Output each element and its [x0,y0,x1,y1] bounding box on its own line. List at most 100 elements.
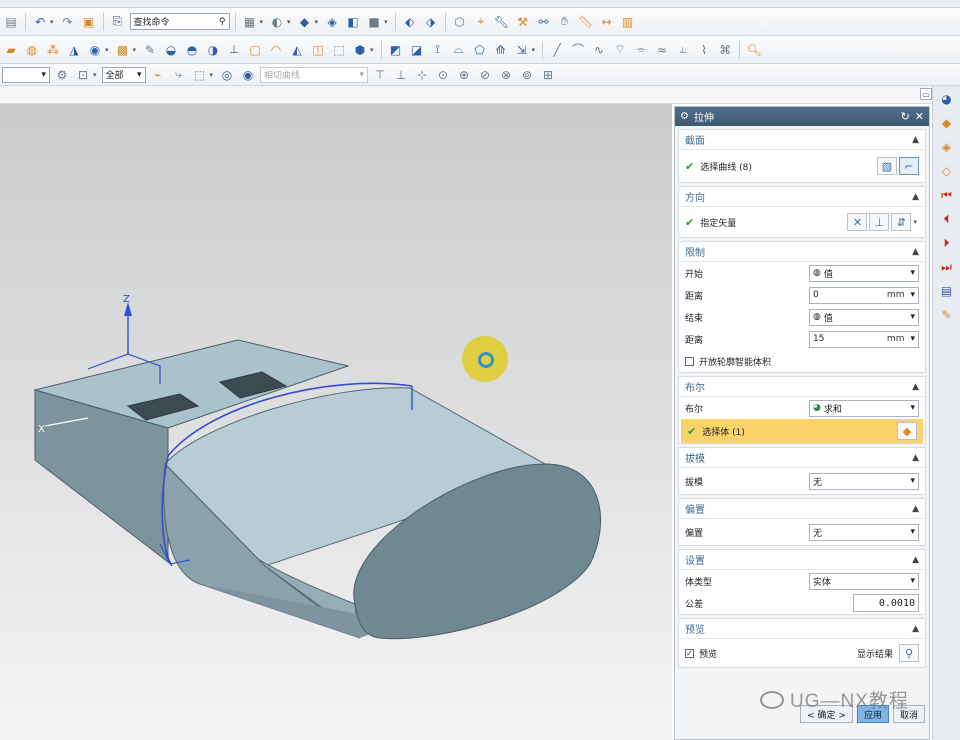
redo-icon[interactable]: ↷ [59,13,77,31]
helix-icon[interactable]: ⌇ [695,41,713,59]
shell-icon[interactable]: ▢ [246,41,264,59]
background-icon[interactable]: ■ [365,13,383,31]
preview-checkbox[interactable]: ✓ [685,648,694,658]
end-select[interactable]: ◍ 值 ▾ [809,308,919,326]
chevron-down-icon[interactable]: ▾ [210,71,214,79]
intersect-icon[interactable]: ◑ [204,41,222,59]
boolean-header[interactable]: 布尔 ▲ [679,377,925,397]
reset-icon[interactable]: ↻ [901,110,910,123]
snap-midpoint-icon[interactable]: ⊥ [392,66,410,84]
draft-select[interactable]: 无 ▾ [809,472,919,490]
bridge-surface-icon[interactable]: ⌓ [450,41,468,59]
constraint-navigator-icon[interactable]: ◇ [937,162,957,180]
unite-icon[interactable]: ◒ [162,41,180,59]
distance1-input[interactable]: 0 mm ▾ [809,286,919,304]
draft-icon[interactable]: ◭ [288,41,306,59]
last-step-icon[interactable]: ⏭ [937,258,957,276]
thicken-icon[interactable]: ⬢ [351,41,369,59]
collapse-icon[interactable]: ▲ [912,624,919,634]
vector-dialog-icon[interactable]: ⊥ [869,213,890,231]
snap-onface-icon[interactable]: ⊚ [518,66,536,84]
body-type-select[interactable]: 实体 ▾ [809,572,919,590]
snap-center-icon[interactable]: ⊙ [434,66,452,84]
type-filter-select[interactable]: 全部 ▾ [101,66,146,83]
draft-header[interactable]: 拔模 ▲ [679,448,925,468]
start-select[interactable]: ◍ 值 ▾ [809,264,919,282]
snap-grid-icon[interactable]: ⊞ [539,66,557,84]
section-header[interactable]: 截面 ▲ [679,130,925,150]
select-curve-icon[interactable]: ⤷ [170,66,188,84]
command-finder-icon[interactable]: ⎘ [109,13,127,31]
subtract-icon[interactable]: ◓ [183,41,201,59]
collapse-icon[interactable]: ▲ [912,453,919,463]
undo-icon[interactable]: ↶ [31,13,49,31]
open-profile-row[interactable]: 开放轮廓智能体积 [679,350,925,372]
chevron-down-icon[interactable]: ▾ [532,46,536,54]
collapse-icon[interactable]: ▲ [912,555,919,565]
view-orient-icon[interactable]: ◆ [296,13,314,31]
copy-feature-icon[interactable]: ▣ [80,13,98,31]
magnifier-icon[interactable]: ⚲ [899,644,919,662]
restore-icon[interactable]: ▭ [920,88,932,100]
part-navigator-icon[interactable]: ◆ [937,114,957,132]
select-body-row[interactable]: ✔ 选择体 (1) ◆ [681,419,923,443]
render-style-icon[interactable]: ◐ [268,13,286,31]
extension-icon[interactable]: ⇲ [513,41,531,59]
chevron-down-icon[interactable]: ▾ [260,18,264,26]
vector-type-icon[interactable]: ⇵ [891,213,912,231]
next-step-icon[interactable]: ⏵ [937,234,957,252]
collapse-icon[interactable]: ▲ [912,247,919,257]
offset-face-icon[interactable]: ◫ [309,41,327,59]
hammer-icon[interactable]: ⚒ [514,13,532,31]
chevron-down-icon[interactable]: ▾ [93,71,97,79]
menu-select[interactable]: ▾ [2,66,50,83]
surface-icon[interactable]: ◩ [387,41,405,59]
snap-quadrant-icon[interactable]: ⊕ [455,66,473,84]
shaded-icon[interactable]: ◉ [239,66,257,84]
offset-select[interactable]: 无 ▾ [809,523,919,541]
arc-icon[interactable]: ⌒ [569,41,587,59]
solid-body-icon[interactable]: ◆ [897,422,917,440]
analysis-icon[interactable]: ⬡ [451,13,469,31]
chevron-down-icon[interactable]: ▾ [105,46,109,54]
reverse-direction-icon[interactable]: ✕ [847,213,868,231]
bridge-curve-icon[interactable]: ⥿ [674,41,692,59]
chevron-down-icon[interactable]: ▾ [315,18,319,26]
intersect-curve-icon[interactable]: ⌯ [632,41,650,59]
move-object-icon[interactable]: ⬖ [401,13,419,31]
pattern-icon[interactable]: ⁂ [44,41,62,59]
globe-icon[interactable]: ◕ [937,90,957,108]
chevron-down-icon[interactable]: ▾ [384,18,388,26]
collapse-icon[interactable]: ▲ [912,382,919,392]
collapse-icon[interactable]: ▲ [912,192,919,202]
wcs-icon[interactable]: ⬗ [422,13,440,31]
show-hide-icon[interactable]: ◎ [218,66,236,84]
studio-surface-icon[interactable]: ⟰ [492,41,510,59]
previous-step-icon[interactable]: ⏴ [937,210,957,228]
reuse-library-icon[interactable]: ▤ [937,282,957,300]
specify-vector-row[interactable]: ✔ 指定矢量 ✕ ⊥ ⇵ ▾ [679,207,925,237]
blend-icon[interactable]: ◠ [267,41,285,59]
first-step-icon[interactable]: ⏮ [937,186,957,204]
curve-rule-select[interactable]: 相切曲线 ▾ [260,66,369,83]
filter-icon[interactable]: ⚙ [53,66,71,84]
snap-tangent-icon[interactable]: ⊘ [476,66,494,84]
curve-select-icon[interactable]: ⌐ [899,157,919,175]
link-icon[interactable]: ⚯ [535,13,553,31]
line-icon[interactable]: ╱ [548,41,566,59]
select-curve-row[interactable]: ✔ 选择曲线 (8) ▧ ⌐ [679,150,925,182]
boolean-select[interactable]: ◕ 求和 ▾ [809,399,919,417]
sketch-icon[interactable]: ✎ [141,41,159,59]
trim-body-icon[interactable]: ⟂ [225,41,243,59]
select-box-icon[interactable]: ⬚ [191,66,209,84]
layout-icon[interactable]: ▦ [241,13,259,31]
tolerance-input[interactable]: 0.0010 [853,594,919,612]
extrude-icon[interactable]: ▰ [2,41,20,59]
gear-icon[interactable]: ⚙ [680,111,689,122]
roles-icon[interactable]: ✎ [937,306,957,324]
sketch-section-icon[interactable]: ▧ [877,157,897,175]
collapse-icon[interactable]: ▲ [912,504,919,514]
selection-scope-icon[interactable]: ⊡ [74,66,92,84]
section-view-icon[interactable]: ◧ [344,13,362,31]
inspect-icon[interactable]: 🔍︎ [745,41,763,59]
